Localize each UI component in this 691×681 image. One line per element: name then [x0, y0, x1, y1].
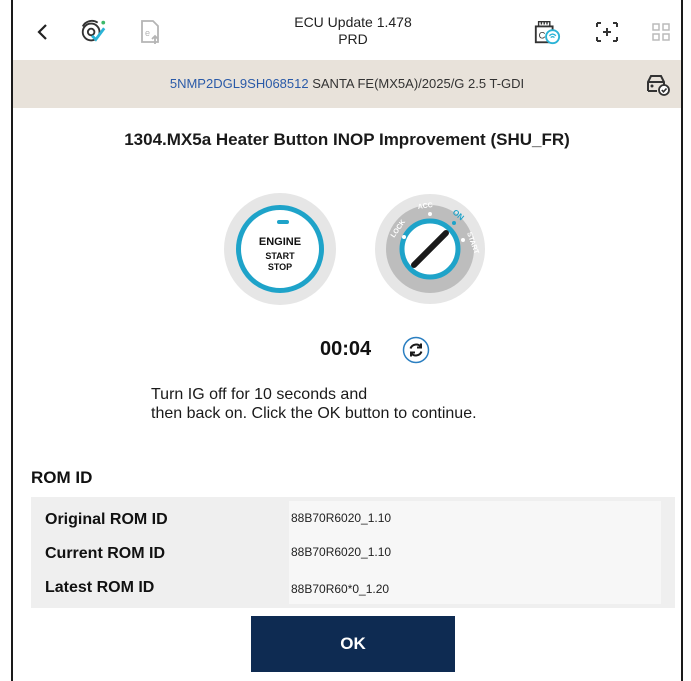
engine-start-stop-button-graphic: ENGINE START STOP: [236, 205, 324, 293]
ignition-switch-illustration: LOCK ACC ON START: [374, 193, 486, 305]
app-window: e ECU Update 1.478 PRD C 5NMP2DGL9SH0685…: [11, 0, 683, 681]
instruction-text: Turn IG off for 10 seconds and then back…: [151, 385, 477, 423]
top-toolbar: e ECU Update 1.478 PRD C: [13, 0, 681, 60]
engine-start-stop-illustration: ENGINE START STOP: [224, 193, 336, 305]
instruction-line-2: then back on. Click the OK button to con…: [151, 405, 477, 422]
current-rom-id-value: 88B70R6020_1.10: [289, 535, 661, 569]
engine-label: ENGINE: [258, 236, 302, 248]
diagnostic-check-icon[interactable]: [79, 18, 107, 46]
back-icon[interactable]: [29, 18, 57, 46]
current-rom-id-label: Current ROM ID: [45, 545, 165, 562]
environment-label: PRD: [338, 31, 368, 47]
ok-button[interactable]: OK: [251, 616, 455, 672]
vehicle-info-bar: 5NMP2DGL9SH068512 SANTA FE(MX5A)/2025/G …: [13, 60, 681, 108]
refresh-icon[interactable]: [402, 336, 430, 364]
app-title: ECU Update 1.478 PRD: [253, 14, 453, 48]
vehicle-check-icon[interactable]: [645, 73, 671, 97]
engine-indicator-dash: [277, 220, 289, 224]
latest-rom-id-label: Latest ROM ID: [45, 579, 155, 596]
countdown-timer: 00:04: [320, 338, 372, 360]
start-stop-label: START STOP: [241, 251, 319, 273]
stop-label: STOP: [267, 262, 293, 272]
grid-icon[interactable]: [647, 18, 675, 46]
latest-rom-id-value: 88B70R60*0_1.20: [289, 569, 661, 604]
rom-id-table: Original ROM ID 88B70R6020_1.10 Current …: [31, 497, 675, 608]
table-row: Current ROM ID 88B70R6020_1.10: [31, 535, 675, 569]
timer-row: 00:04: [13, 336, 681, 366]
document-upload-icon[interactable]: e: [137, 18, 165, 46]
table-row: Latest ROM ID 88B70R60*0_1.20: [31, 569, 675, 604]
vin-number: 5NMP2DGL9SH068512: [169, 76, 309, 91]
start-label: START: [265, 251, 295, 261]
rom-id-heading: ROM ID: [31, 468, 93, 487]
vehicle-description: SANTA FE(MX5A)/2025/G 2.5 T-GDI: [312, 76, 525, 91]
app-title-text: ECU Update 1.478: [294, 14, 412, 30]
instruction-line-1: Turn IG off for 10 seconds and: [151, 386, 368, 403]
procedure-title: 1304.MX5a Heater Button INOP Improvement…: [124, 130, 570, 149]
vehicle-info: 5NMP2DGL9SH068512 SANTA FE(MX5A)/2025/G …: [13, 76, 681, 91]
svg-text:e: e: [145, 28, 150, 38]
original-rom-id-value: 88B70R6020_1.10: [289, 501, 661, 535]
original-rom-id-label: Original ROM ID: [45, 511, 168, 528]
vci-wifi-icon[interactable]: C: [533, 18, 561, 46]
expand-icon[interactable]: [593, 18, 621, 46]
svg-text:C: C: [539, 31, 546, 41]
table-row: Original ROM ID 88B70R6020_1.10: [31, 501, 675, 535]
